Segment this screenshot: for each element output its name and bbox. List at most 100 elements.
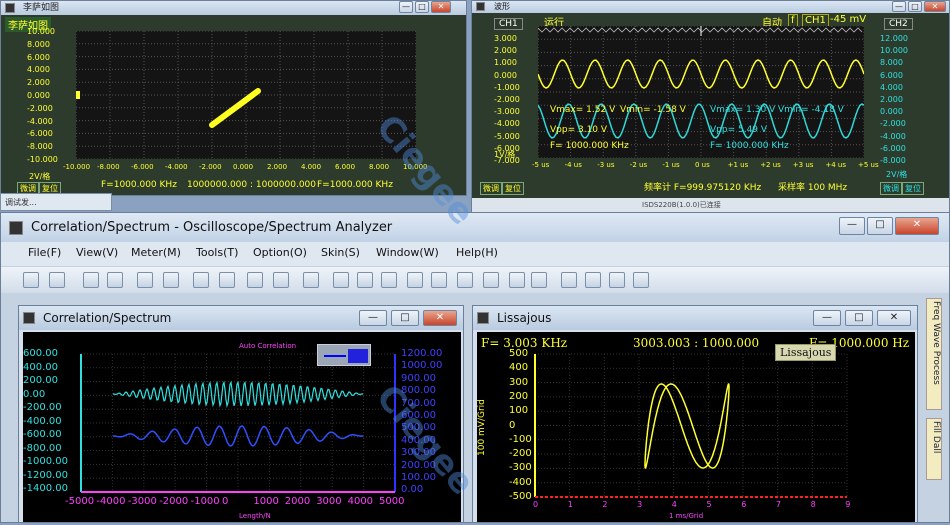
lissajous-curve: [644, 383, 730, 469]
side-tab-fill[interactable]: Fill Dall: [926, 418, 942, 480]
toolbar-button-icon[interactable]: [407, 272, 423, 288]
toolbar-button-icon[interactable]: [23, 272, 39, 288]
toolbar-button-icon[interactable]: [633, 272, 649, 288]
y-tick-label: -2.000: [27, 103, 53, 113]
y-tick-label: 10.000: [27, 27, 55, 36]
y-tick-label: 8.000: [27, 39, 50, 49]
x-tick-label: -10.000: [63, 163, 91, 171]
app-icon: [5, 3, 15, 13]
toolbar-button-icon[interactable]: [509, 272, 525, 288]
toolbar-button-icon[interactable]: [163, 272, 179, 288]
menu-item-window[interactable]: Window(W): [376, 246, 439, 259]
y-tick-label: -10.000: [27, 155, 58, 164]
scope-graph: [537, 25, 865, 159]
toolbar-button-icon[interactable]: [303, 272, 319, 288]
close-button[interactable]: ✕: [895, 217, 939, 235]
y-tick-label: 600.00: [23, 348, 58, 359]
toolbar-button-icon[interactable]: [483, 272, 499, 288]
y-tick-label: -8.000: [880, 156, 906, 165]
trigger-strip: [537, 27, 863, 33]
toolbar-button-icon[interactable]: [561, 272, 577, 288]
x-tick-label: +5 us: [858, 161, 879, 169]
lissajous-y-label: 100 mV/Grid: [477, 399, 487, 456]
y-tick-label: -6.000: [27, 129, 53, 139]
x-tick-label: 2: [602, 500, 608, 509]
close-button[interactable]: ✕: [423, 310, 457, 326]
minimized-window-tab[interactable]: 调试发...: [0, 193, 112, 211]
fine-button[interactable]: 微调: [480, 182, 502, 195]
minimize-button[interactable]: —: [813, 310, 841, 326]
minimize-button[interactable]: —: [839, 217, 865, 235]
x-tick-label: 6: [741, 500, 747, 509]
toolbar-button-icon[interactable]: [531, 272, 547, 288]
toolbar-button-icon[interactable]: [357, 272, 373, 288]
side-tab-freq[interactable]: Freq Wave Process: [926, 298, 942, 410]
menu-item-skin[interactable]: Skin(S): [321, 246, 360, 259]
ch1-label[interactable]: CH1: [494, 18, 523, 30]
menu-item-view[interactable]: View(V): [76, 246, 118, 259]
toolbar-button-icon[interactable]: [107, 272, 123, 288]
maximize-button[interactable]: □: [908, 1, 922, 12]
maximize-button[interactable]: □: [867, 217, 893, 235]
x-tick-label: 1: [567, 500, 573, 509]
y-tick-label: -1200.00: [23, 469, 68, 481]
toolbar-button-icon[interactable]: [49, 272, 65, 288]
toolbar-button-icon[interactable]: [431, 272, 447, 288]
toolbar-button-icon[interactable]: [137, 272, 153, 288]
x-tick-label: -4000: [96, 496, 126, 507]
menu-item-help[interactable]: Help(H): [456, 246, 498, 259]
x-tick-label: 3: [637, 500, 643, 509]
toolbar-button-icon[interactable]: [585, 272, 601, 288]
y-tick-label: 2.000: [880, 95, 903, 104]
maximize-button[interactable]: □: [415, 1, 429, 13]
x-tick-label: +3 us: [792, 161, 814, 169]
maximize-button[interactable]: □: [391, 310, 419, 326]
menu-item-meter[interactable]: Meter(M): [131, 246, 181, 259]
minimize-button[interactable]: —: [399, 1, 413, 13]
minimize-button[interactable]: —: [892, 1, 906, 12]
x-tick-label: -2.000: [199, 163, 222, 171]
toolbar-button-icon[interactable]: [381, 272, 397, 288]
menu-item-file[interactable]: File(F): [28, 246, 61, 259]
y-tick-label: -500: [509, 491, 532, 502]
toolbar-button-icon[interactable]: [333, 272, 349, 288]
ch2-freq: F= 1000.000 KHz: [710, 141, 789, 151]
corr-chart-title: Auto Correlation: [239, 342, 297, 350]
reset-button[interactable]: 复位: [502, 182, 524, 195]
x-tick-label: 2000: [284, 496, 311, 507]
x-tick-label: -8.000: [97, 163, 120, 171]
minimized-window-label: 调试发...: [5, 198, 37, 207]
x-tick-label: 0: [222, 496, 229, 507]
y-tick-label: 0.000: [880, 107, 903, 117]
toolbar-button-icon[interactable]: [83, 272, 99, 288]
x-tick-label: 0.000: [233, 163, 254, 171]
xy-freq-left: F=1000.000 KHz: [101, 180, 177, 190]
ch1-vpp: Vpp= 3.10 V: [550, 125, 608, 135]
trigger-level[interactable]: -45 mV: [830, 14, 866, 25]
menu-item-option[interactable]: Option(O): [253, 246, 307, 259]
ch2-vmin: Vmin= -4.18 V: [778, 105, 844, 115]
menu-item-tools[interactable]: Tools(T): [196, 246, 238, 259]
maximize-button[interactable]: □: [845, 310, 873, 326]
x-tick-label: -4 us: [564, 161, 582, 169]
toolbar-button-icon[interactable]: [247, 272, 263, 288]
ch2-reset-button[interactable]: 复位: [902, 182, 924, 195]
close-button[interactable]: ✕: [924, 1, 946, 12]
toolbar-button-icon[interactable]: [457, 272, 473, 288]
y-tick-label: 400.00: [23, 361, 58, 373]
lissajous-badge[interactable]: Lissajous: [775, 344, 837, 361]
y-tick-label: -4.000: [880, 131, 906, 141]
x-tick-label: -6.000: [131, 163, 154, 171]
minimize-button[interactable]: —: [359, 310, 387, 326]
toolbar-button-icon[interactable]: [193, 272, 209, 288]
toolbar-button-icon[interactable]: [609, 272, 625, 288]
ch2-label[interactable]: CH2: [884, 18, 913, 30]
y-tick-label: -4.000: [494, 119, 520, 129]
close-button[interactable]: ✕: [877, 310, 911, 326]
close-button[interactable]: ✕: [431, 1, 451, 13]
toolbar-button-icon[interactable]: [219, 272, 235, 288]
corr-legend[interactable]: [317, 344, 371, 366]
toolbar-button-icon[interactable]: [273, 272, 289, 288]
ch2-fine-button[interactable]: 微调: [880, 182, 902, 195]
y-tick-label: 200: [509, 390, 529, 402]
